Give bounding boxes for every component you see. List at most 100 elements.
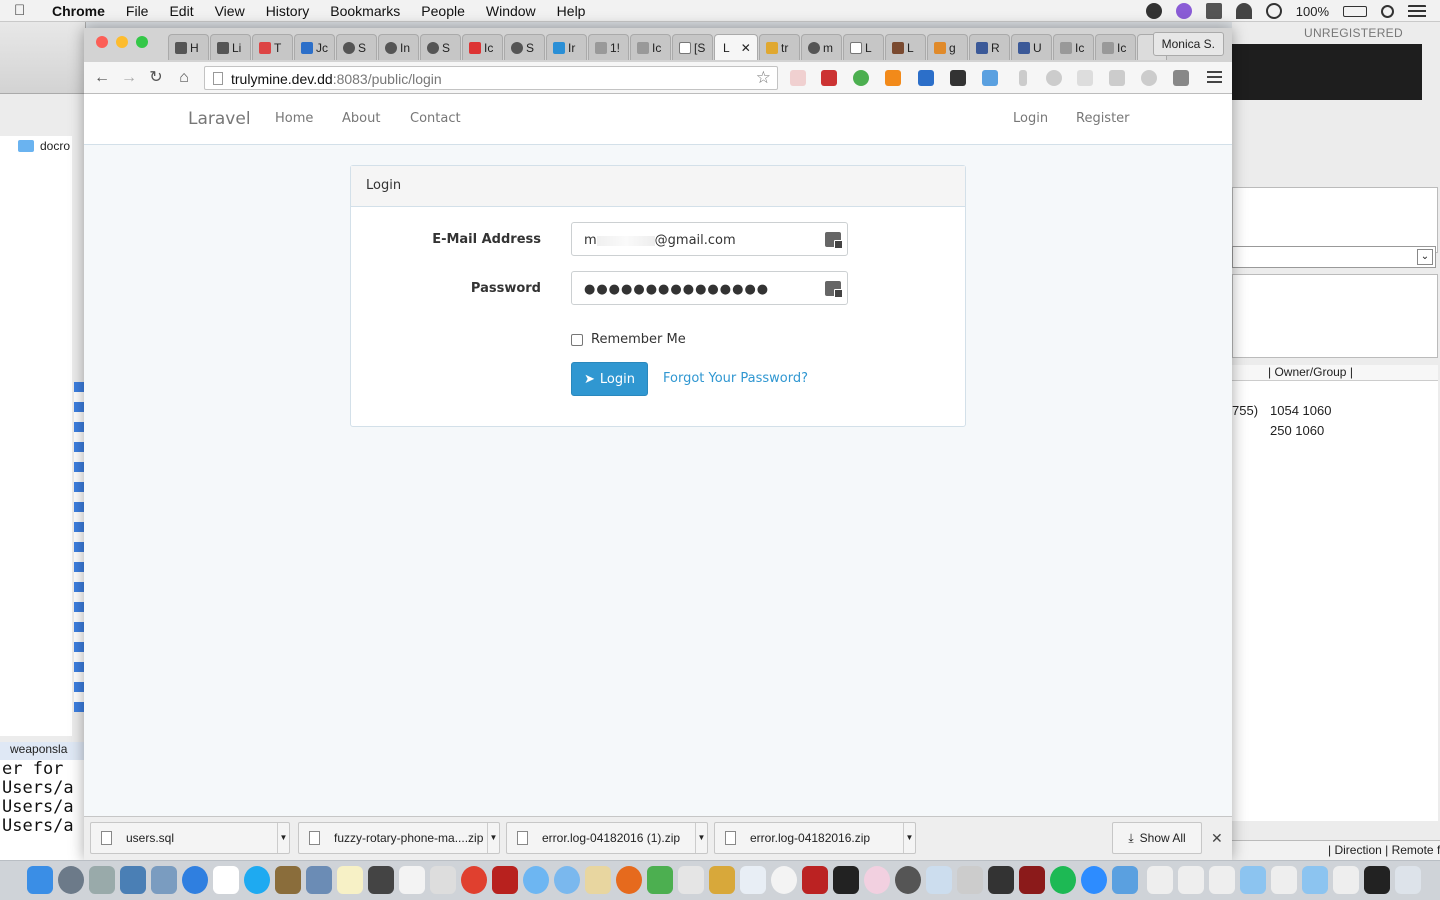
browser-tab[interactable]: S xyxy=(504,34,545,60)
remember-me-checkbox[interactable]: Remember Me xyxy=(571,332,686,347)
browser-tab[interactable]: g xyxy=(927,34,968,60)
nav-contact[interactable]: Contact xyxy=(410,111,461,126)
messages-icon[interactable] xyxy=(523,866,549,894)
extension-icon[interactable] xyxy=(1141,70,1157,86)
app-icon[interactable] xyxy=(399,866,425,894)
spotlight-search-icon[interactable] xyxy=(1381,4,1394,18)
app-icon[interactable] xyxy=(1364,866,1390,894)
app-icon[interactable] xyxy=(89,866,115,894)
folder-icon[interactable] xyxy=(1240,866,1266,894)
forward-arrow-icon[interactable]: → xyxy=(119,68,139,88)
app-icon[interactable] xyxy=(554,866,580,894)
app-icon[interactable] xyxy=(647,866,673,894)
app-icon[interactable] xyxy=(926,866,952,894)
browser-tab[interactable]: L xyxy=(885,34,926,60)
app-icon[interactable] xyxy=(802,866,828,894)
menu-history[interactable]: History xyxy=(266,3,310,19)
notes-icon[interactable] xyxy=(337,866,363,894)
download-item[interactable]: error.log-04182016.zip ▼ xyxy=(714,822,916,854)
app-icon[interactable] xyxy=(368,866,394,894)
browser-tab[interactable]: m xyxy=(801,34,842,60)
browser-tab[interactable]: S xyxy=(420,34,461,60)
battery-percent[interactable]: 100% xyxy=(1296,4,1329,19)
site-brand[interactable]: Laravel xyxy=(188,109,251,129)
browser-tab[interactable]: H xyxy=(168,34,209,60)
app-icon[interactable] xyxy=(740,866,766,894)
document-icon[interactable] xyxy=(1147,866,1173,894)
browser-tab[interactable]: T xyxy=(252,34,293,60)
trash-icon[interactable] xyxy=(1395,866,1421,894)
extension-icon[interactable] xyxy=(1077,70,1093,86)
show-all-button[interactable]: ⤓ Show All xyxy=(1112,822,1202,854)
lastpass-icon[interactable] xyxy=(1145,3,1162,19)
extension-icon[interactable] xyxy=(821,70,837,86)
extension-icon[interactable] xyxy=(885,70,901,86)
menu-chrome[interactable]: Chrome xyxy=(52,3,105,19)
browser-tab[interactable]: Li xyxy=(210,34,251,60)
evernote-icon[interactable] xyxy=(853,70,869,86)
password-field[interactable]: ●●●●●●●●●●●●●●● xyxy=(571,271,848,305)
home-icon[interactable]: ⌂ xyxy=(174,68,194,88)
ftp-path-select[interactable]: ⌄ xyxy=(1232,246,1436,268)
column-header-owner[interactable]: | Owner/Group | xyxy=(1232,365,1438,381)
airplay-icon[interactable] xyxy=(1205,3,1222,19)
photos-icon[interactable] xyxy=(864,866,890,894)
login-button[interactable]: ➤ Login xyxy=(571,362,648,396)
acrobat-icon[interactable] xyxy=(1019,866,1045,894)
extension-icon[interactable] xyxy=(918,70,934,86)
browser-tab[interactable]: Ic xyxy=(1095,34,1136,60)
apple-menu-icon[interactable]:  xyxy=(14,2,30,19)
password-manager-icon[interactable] xyxy=(825,232,843,249)
virtualbox-icon[interactable] xyxy=(306,866,332,894)
browser-tab[interactable]: U xyxy=(1011,34,1052,60)
app-icon[interactable] xyxy=(988,866,1014,894)
document-icon[interactable] xyxy=(1209,866,1235,894)
extension-icon[interactable] xyxy=(1019,70,1027,86)
system-preferences-icon[interactable] xyxy=(895,866,921,894)
zoom-window-button[interactable] xyxy=(136,36,148,48)
dropbox-icon[interactable] xyxy=(1109,70,1125,86)
menu-view[interactable]: View xyxy=(215,3,245,19)
close-tab-icon[interactable]: ✕ xyxy=(741,41,751,55)
launchpad-icon[interactable] xyxy=(58,866,84,894)
download-item[interactable]: error.log-04182016 (1).zip ▼ xyxy=(506,822,708,854)
extension-icon[interactable] xyxy=(790,70,806,86)
document-icon[interactable] xyxy=(1333,866,1359,894)
chevron-down-icon[interactable]: ▼ xyxy=(487,823,499,853)
finder-icon[interactable] xyxy=(27,866,53,894)
close-shelf-icon[interactable]: ✕ xyxy=(1211,830,1223,847)
email-field[interactable]: m @gmail.com xyxy=(571,222,848,256)
download-item[interactable]: fuzzy-rotary-phone-ma....zip ▼ xyxy=(298,822,500,854)
finder-folder-item[interactable]: docro xyxy=(18,139,70,153)
browser-tab[interactable]: Jc xyxy=(294,34,335,60)
nav-home[interactable]: Home xyxy=(275,111,313,126)
menu-file[interactable]: File xyxy=(126,3,149,19)
folder-icon[interactable] xyxy=(1302,866,1328,894)
browser-tab[interactable]: Ic xyxy=(1053,34,1094,60)
chrome-icon[interactable] xyxy=(461,866,487,894)
app-icon[interactable] xyxy=(957,866,983,894)
browser-tab[interactable]: Ic xyxy=(462,34,503,60)
chevron-down-icon[interactable]: ▼ xyxy=(903,823,915,853)
zoom-icon[interactable] xyxy=(1081,866,1107,894)
app-icon[interactable] xyxy=(120,866,146,894)
app-icon[interactable] xyxy=(709,866,735,894)
download-item[interactable]: users.sql ▼ xyxy=(90,822,290,854)
chevron-down-icon[interactable]: ▼ xyxy=(695,823,707,853)
buffer-icon[interactable] xyxy=(950,70,966,86)
browser-tab[interactable]: Ic xyxy=(630,34,671,60)
nav-login[interactable]: Login xyxy=(1013,111,1048,126)
wifi-icon[interactable] xyxy=(1235,3,1252,19)
terminal-icon[interactable] xyxy=(833,866,859,894)
profile-button[interactable]: Monica S. xyxy=(1152,32,1224,56)
browser-tab[interactable]: Ir xyxy=(546,34,587,60)
file-label[interactable]: weaponsla xyxy=(0,742,85,760)
skype-icon[interactable] xyxy=(1046,70,1062,86)
document-icon[interactable] xyxy=(1178,866,1204,894)
close-window-button[interactable] xyxy=(96,36,108,48)
notification-center-icon[interactable] xyxy=(1408,4,1426,18)
menu-bookmarks[interactable]: Bookmarks xyxy=(330,3,400,19)
skype-icon[interactable] xyxy=(244,866,270,894)
time-machine-icon[interactable] xyxy=(1265,3,1282,19)
chevron-down-icon[interactable]: ▼ xyxy=(277,823,289,853)
